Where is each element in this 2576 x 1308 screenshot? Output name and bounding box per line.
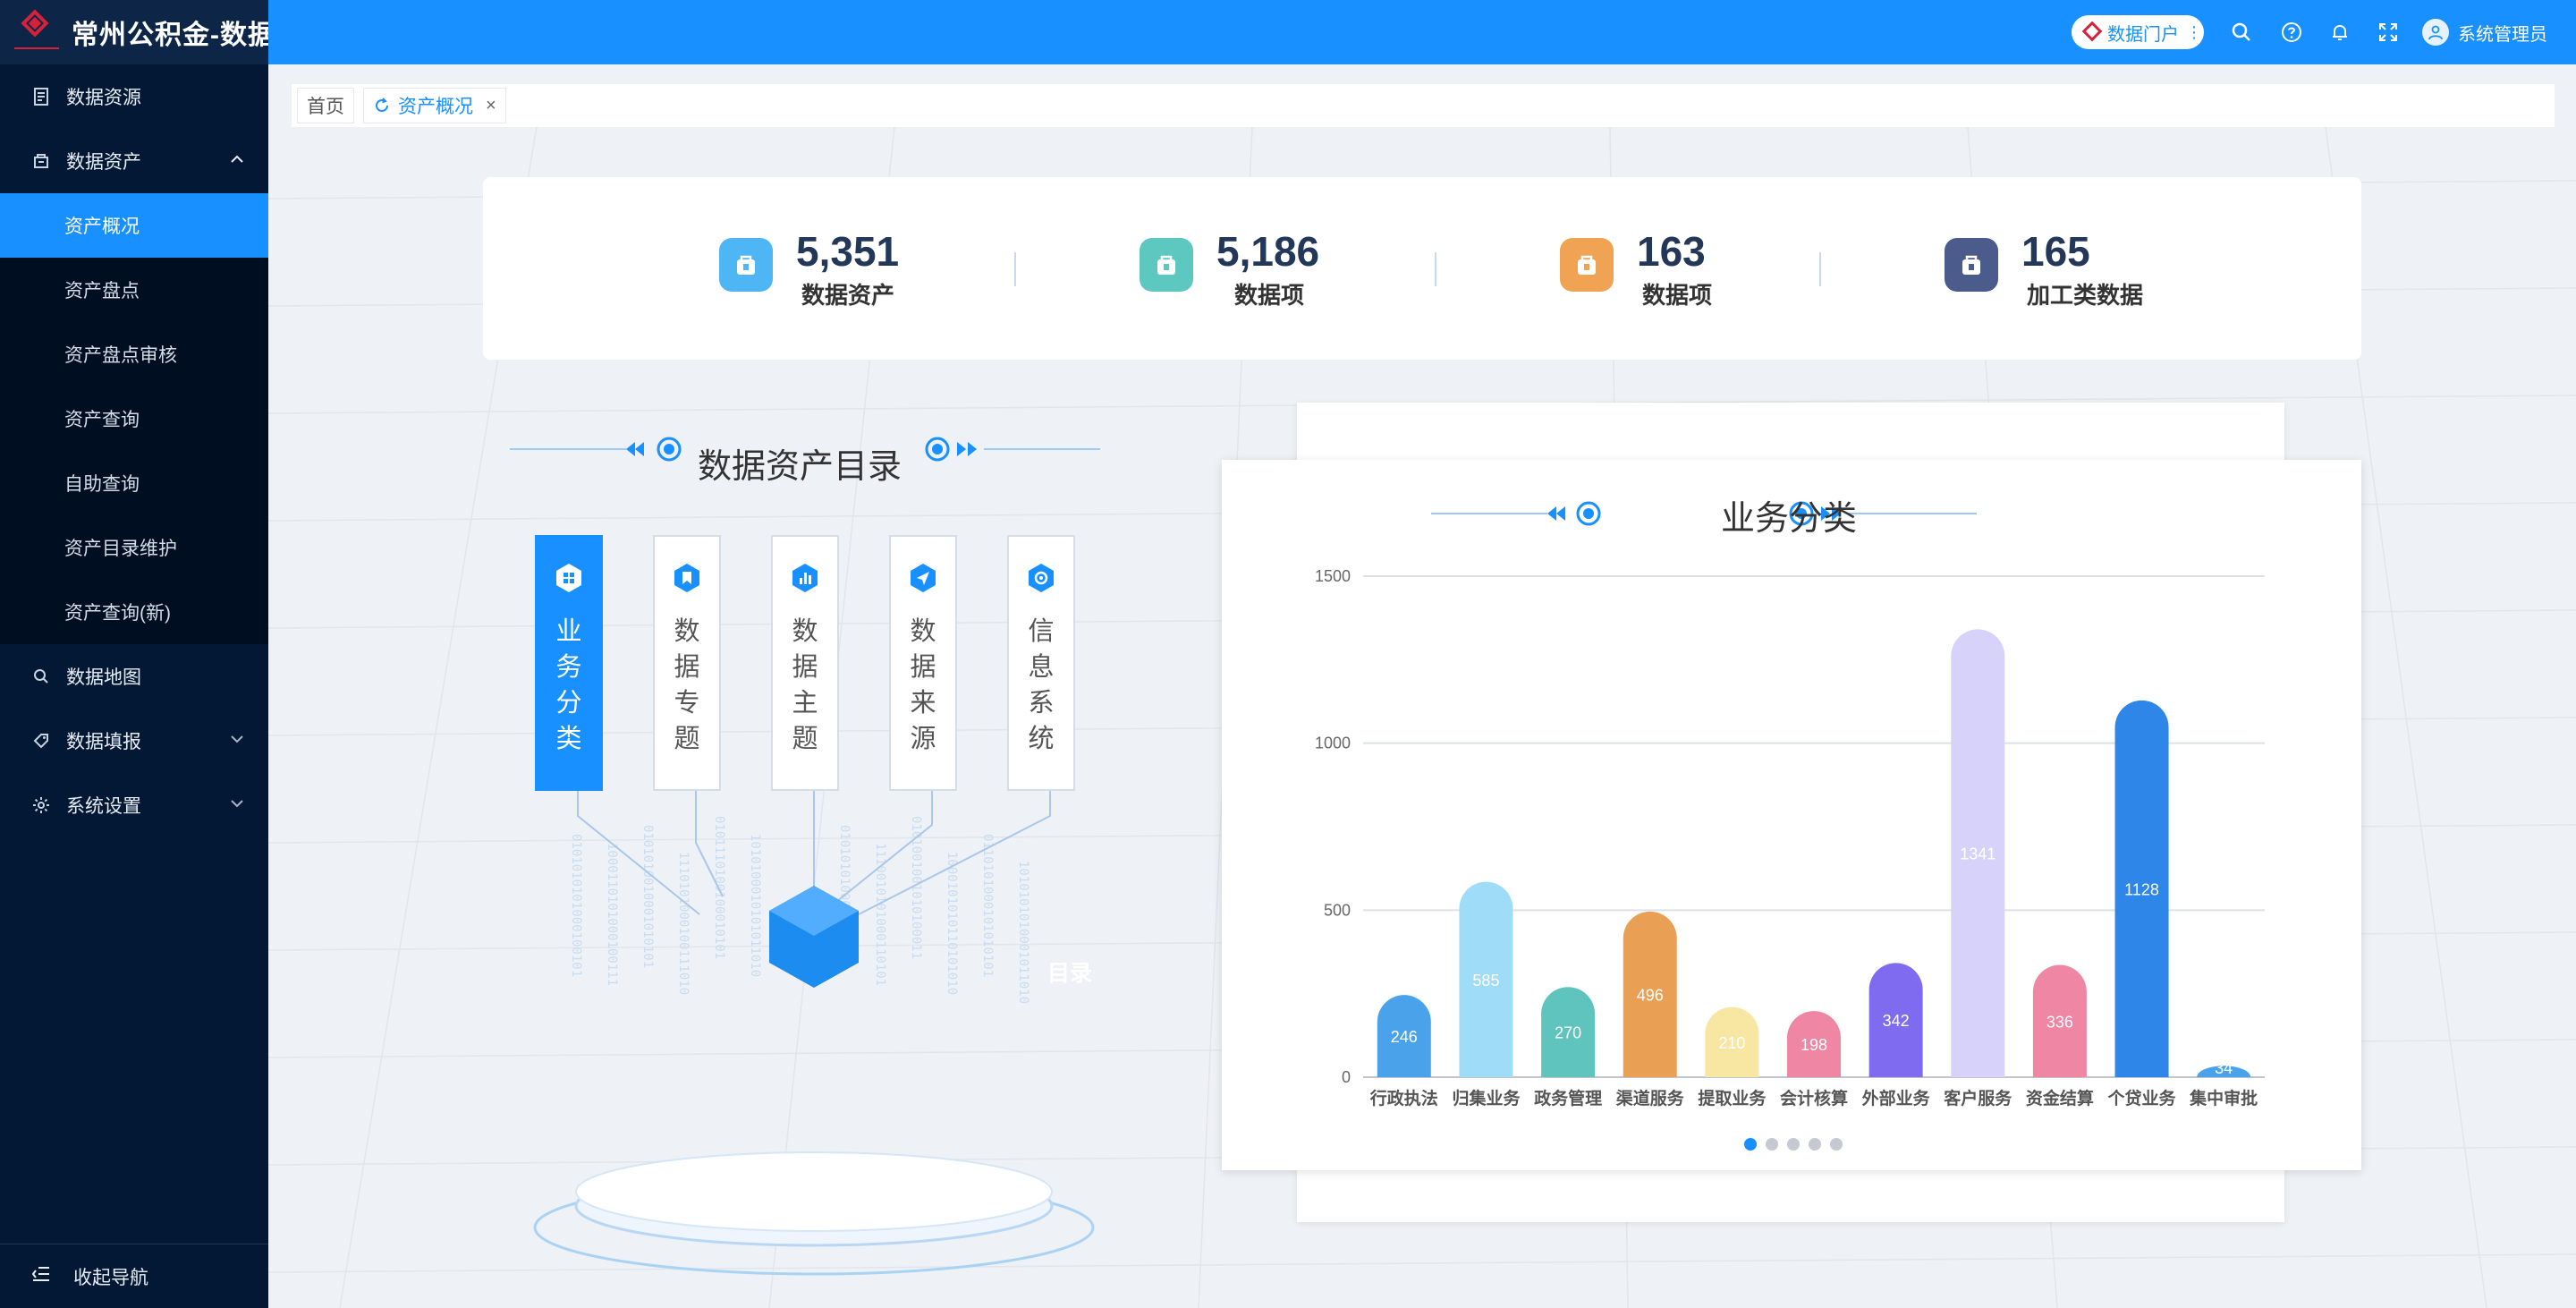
logo-icon [13, 8, 61, 56]
bell-icon[interactable] [2327, 20, 2352, 45]
y-tick-label: 0 [1342, 1068, 1351, 1086]
portal-label: 数据门户 [2107, 24, 2179, 45]
y-tick-label: 1500 [1315, 567, 1351, 585]
sidebar-subitem-asset-query[interactable]: 资产查询 [0, 386, 268, 451]
x-tick-label: 个贷业务 [2107, 1088, 2177, 1108]
sidebar-item-label: 数据填报 [66, 732, 141, 752]
pagination-dot[interactable] [1766, 1138, 1778, 1151]
bar-value-label: 210 [1718, 1034, 1745, 1052]
bar-value-label: 270 [1555, 1024, 1581, 1042]
tab-home[interactable]: 首页 [297, 88, 354, 123]
x-tick-label: 归集业务 [1452, 1088, 1521, 1108]
x-tick-label: 资金结算 [2026, 1088, 2094, 1108]
sidebar-item-data-map[interactable]: 数据地图 [0, 644, 268, 709]
bar-value-label: 1128 [2124, 880, 2159, 898]
sidebar-item-data-assets[interactable]: 数据资产 [0, 129, 268, 193]
bar-value-label: 246 [1391, 1028, 1418, 1046]
sidebar-item-data-resources[interactable]: 数据资源 [0, 64, 268, 129]
user-name: 系统管理员 [2458, 24, 2547, 45]
chevron-up-icon [231, 152, 243, 168]
sidebar-header: 常州公积金-数据 [0, 0, 268, 64]
x-tick-label: 行政执法 [1369, 1088, 1438, 1108]
avatar [2422, 19, 2449, 46]
refresh-icon[interactable] [373, 97, 391, 115]
bar-value-label: 585 [1472, 972, 1499, 989]
sidebar-subitem-self-query[interactable]: 自助查询 [0, 451, 268, 515]
database-icon [32, 88, 50, 106]
tag-icon [32, 732, 50, 750]
sidebar-item-system-settings[interactable]: 系统设置 [0, 773, 268, 837]
pagination-dot[interactable] [1744, 1138, 1757, 1151]
sidebar-subitem-inventory[interactable]: 资产盘点 [0, 258, 268, 322]
x-tick-label: 客户服务 [1944, 1088, 2012, 1108]
collapse-nav-label: 收起导航 [73, 1267, 148, 1288]
sidebar-subitem-inventory-review[interactable]: 资产盘点审核 [0, 322, 268, 386]
y-tick-label: 500 [1324, 901, 1351, 919]
sidebar-item-label: 数据资源 [66, 88, 141, 108]
sidebar-item-label: 系统设置 [66, 796, 141, 817]
top-bar: 数据门户 ⋮ 系统管理员 [268, 0, 2576, 64]
sidebar-item-label: 数据地图 [66, 667, 141, 688]
pagination-dot[interactable] [1809, 1138, 1821, 1151]
sidebar-subitem-asset-query-new[interactable]: 资产查询(新) [0, 580, 268, 644]
x-tick-label: 集中审批 [2189, 1088, 2258, 1108]
tab-label: 资产概况 [398, 97, 473, 117]
search-icon[interactable] [2229, 20, 2254, 45]
asset-box-icon [32, 152, 50, 170]
gear-icon [32, 796, 50, 814]
bar-value-label: 1341 [1960, 845, 1996, 863]
sidebar-submenu: 资产概况 资产盘点 资产盘点审核 资产查询 自助查询 资产目录维护 资产查询(新… [0, 193, 268, 644]
pagination-dot[interactable] [1787, 1138, 1800, 1151]
x-tick-label: 提取业务 [1698, 1088, 1767, 1108]
bar-value-label: 34 [2215, 1059, 2233, 1077]
more-vertical-icon: ⋮ [2186, 22, 2202, 41]
sidebar-subitem-overview[interactable]: 资产概况 [0, 193, 268, 258]
x-tick-label: 渠道服务 [1616, 1088, 1685, 1108]
chart-pagination [1744, 1138, 1843, 1151]
user-menu[interactable]: 系统管理员 [2422, 14, 2547, 50]
chevron-down-icon [231, 796, 243, 812]
help-icon[interactable] [2279, 20, 2304, 45]
tab-label: 首页 [307, 97, 344, 117]
x-tick-label: 外部业务 [1862, 1088, 1931, 1108]
portal-logo-icon [2080, 22, 2100, 42]
sidebar-subitem-catalog-maintenance[interactable]: 资产目录维护 [0, 515, 268, 580]
bar-value-label: 342 [1883, 1012, 1910, 1030]
x-tick-label: 会计核算 [1780, 1088, 1848, 1108]
bar-value-label: 198 [1801, 1036, 1827, 1054]
bar-value-label: 496 [1637, 986, 1664, 1004]
app-title: 常州公积金-数据 [72, 21, 268, 50]
main-content: 5,351 数据资产 5,186 数据项 163 数据项 165 加工类数据 数… [268, 127, 2576, 1308]
tab-bar: 首页 资产概况 × [292, 84, 2555, 127]
bar-value-label: 336 [2046, 1013, 2073, 1031]
menu-fold-icon [31, 1266, 50, 1287]
pagination-dot[interactable] [1830, 1138, 1843, 1151]
collapse-nav-button[interactable]: 收起导航 [0, 1244, 268, 1308]
sidebar-item-data-fill[interactable]: 数据填报 [0, 709, 268, 773]
search-icon [32, 667, 50, 685]
tab-asset-overview[interactable]: 资产概况 × [363, 88, 506, 123]
business-category-bar-chart: 0 500 1000 1500 246 行政执法 585 归集业务 270 政务管理 496 渠道服务… [1315, 567, 2265, 1108]
close-icon[interactable]: × [486, 96, 496, 116]
y-tick-label: 1000 [1315, 735, 1351, 752]
data-portal-button[interactable]: 数据门户 ⋮ [2072, 15, 2204, 49]
x-tick-label: 政务管理 [1534, 1088, 1602, 1108]
chevron-down-icon [231, 732, 243, 748]
fullscreen-icon[interactable] [2376, 20, 2401, 45]
sidebar-item-label: 数据资产 [66, 152, 141, 173]
sidebar: 常州公积金-数据 数据资源 数据资产 资产概况 资产盘点 资产盘点审核 资产查询… [0, 0, 268, 1308]
